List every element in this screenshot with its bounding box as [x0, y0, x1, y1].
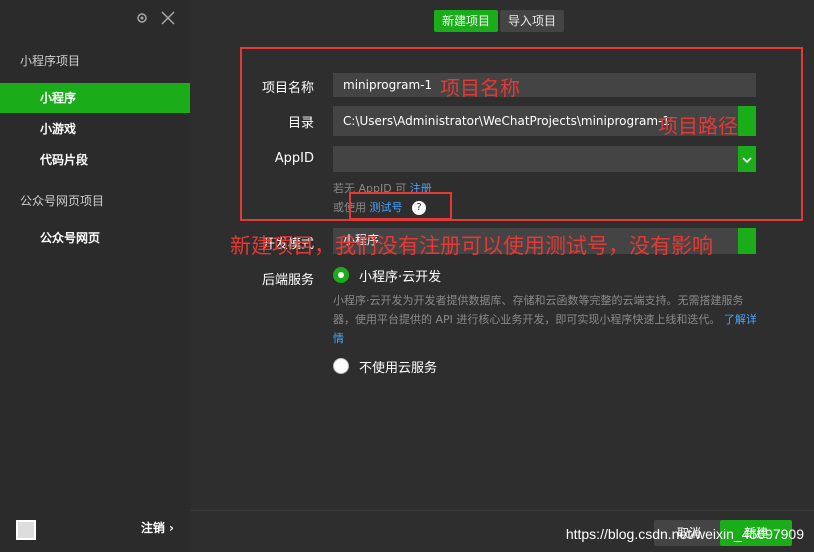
sidebar-item-code-snippet[interactable]: 代码片段	[0, 145, 190, 175]
close-icon[interactable]	[160, 10, 176, 26]
divider	[190, 510, 814, 511]
dir-label: 目录	[287, 116, 314, 131]
project-name-input[interactable]: miniprogram-1	[333, 73, 756, 97]
logout-button[interactable]: 注销 ›	[141, 519, 174, 536]
dir-browse-button[interactable]	[738, 106, 756, 136]
gear-icon[interactable]	[134, 10, 150, 26]
avatar[interactable]	[16, 520, 36, 540]
backend-label: 后端服务	[261, 273, 314, 288]
main-panel: 新建项目 导入项目 项目名称 miniprogram-1 项目名称 目录 C:\…	[190, 0, 814, 552]
radio-cloud-dev[interactable]	[333, 267, 349, 283]
sidebar: 小程序项目 小程序 小游戏 代码片段 公众号网页项目 公众号网页 注销 ›	[0, 0, 190, 552]
appid-input[interactable]	[333, 146, 738, 172]
backend-description-text: 小程序·云开发为开发者提供数据库、存储和云函数等完整的云端支持。无需搭建服务器，…	[333, 294, 744, 326]
annotation-box-testno	[349, 192, 452, 220]
chevron-down-icon	[742, 152, 752, 166]
radio-no-cloud-label: 不使用云服务	[359, 361, 438, 376]
appid-dropdown-button[interactable]	[738, 146, 756, 172]
tab-import-project[interactable]: 导入项目	[500, 10, 565, 32]
tab-new-project[interactable]: 新建项目	[434, 10, 499, 32]
project-tabs: 新建项目 导入项目	[434, 10, 565, 32]
sidebar-item-official-web[interactable]: 公众号网页	[0, 223, 190, 253]
top-icons	[134, 10, 176, 26]
annotation-project-name: 项目名称	[440, 76, 520, 100]
radio-cloud-dev-label: 小程序·云开发	[359, 270, 442, 285]
watermark: https://blog.csdn.net/weixin_45697909	[565, 526, 804, 542]
backend-description: 小程序·云开发为开发者提供数据库、存储和云函数等完整的云端支持。无需搭建服务器，…	[333, 291, 763, 348]
appid-label: AppID	[274, 151, 314, 166]
annotation-project-path: 项目路径	[658, 114, 738, 138]
sidebar-item-minigame[interactable]: 小游戏	[0, 114, 190, 144]
project-name-label: 项目名称	[261, 81, 314, 96]
annotation-testno: 新建项目，我们没有注册可以使用测试号，没有影响	[230, 234, 713, 258]
section-title-official-account: 公众号网页项目	[20, 194, 105, 208]
section-title-miniprogram: 小程序项目	[20, 54, 81, 68]
devmode-dropdown-button[interactable]	[738, 228, 756, 254]
radio-no-cloud[interactable]	[333, 358, 349, 374]
sidebar-item-miniprogram[interactable]: 小程序	[0, 83, 190, 113]
